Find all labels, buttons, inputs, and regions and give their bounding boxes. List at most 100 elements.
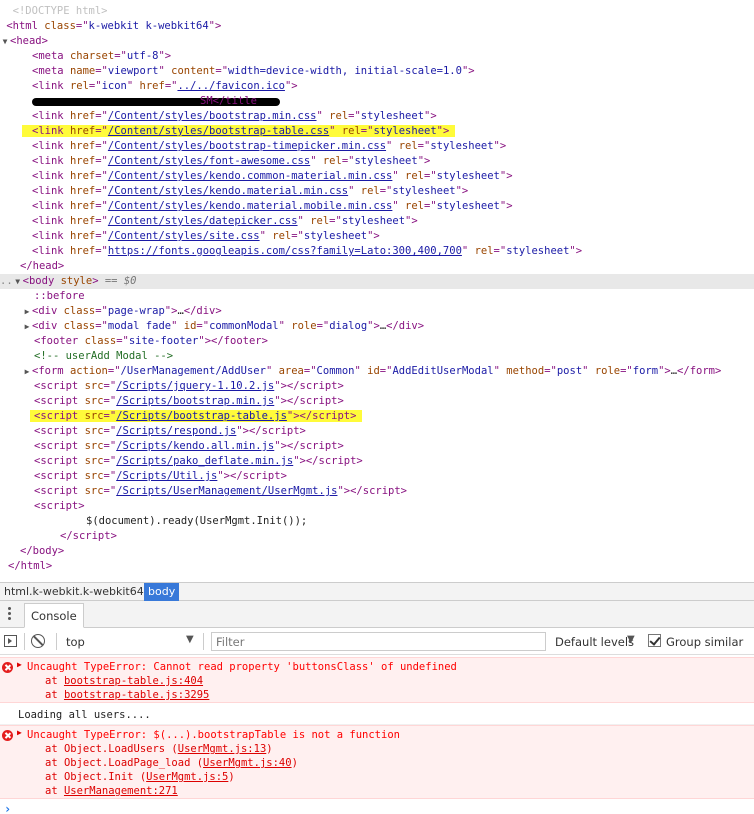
dom-node-link-stylesheet[interactable]: <link href="/Content/styles/bootstrap-ti… bbox=[0, 139, 754, 154]
expand-arrow-icon[interactable]: ▶ bbox=[22, 304, 32, 319]
dom-node-script[interactable]: <script src="/Scripts/UserManagement/Use… bbox=[0, 484, 754, 499]
stylesheet-link[interactable]: /Content/styles/font-awesome.css bbox=[108, 155, 310, 167]
form-role-value: form bbox=[632, 365, 659, 377]
script-link[interactable]: /Scripts/pako_deflate.min.js bbox=[116, 455, 293, 467]
stylesheet-link[interactable]: /Content/styles/kendo.material.min.css bbox=[108, 185, 348, 197]
dom-node-link-stylesheet[interactable]: <link href="/Content/styles/kendo.materi… bbox=[0, 199, 754, 214]
dom-node-form[interactable]: ▶ <form action="/UserManagement/AddUser" … bbox=[0, 364, 754, 379]
dom-node-link-stylesheet[interactable]: <link href="/Content/styles/kendo.materi… bbox=[0, 184, 754, 199]
dom-node-title[interactable]: SM</title bbox=[0, 94, 754, 109]
console-error-message[interactable]: ▶ Uncaught TypeError: Cannot read proper… bbox=[0, 657, 754, 703]
dom-node-meta-viewport[interactable]: <meta name="viewport" content="width=dev… bbox=[0, 64, 754, 79]
dom-node-doctype[interactable]: <!DOCTYPE html> bbox=[0, 4, 754, 19]
expand-arrow-icon[interactable]: ▶ bbox=[17, 660, 22, 669]
source-link[interactable]: bootstrap-table.js:3295 bbox=[64, 689, 209, 701]
dom-node-link-stylesheet[interactable]: <link href="/Content/styles/datepicker.c… bbox=[0, 214, 754, 229]
dom-node-html-close[interactable]: </html> bbox=[0, 559, 754, 574]
script-link[interactable]: /Scripts/bootstrap-table.js bbox=[116, 410, 287, 422]
dom-node-footer[interactable]: <footer class="site-footer"></footer> bbox=[0, 334, 754, 349]
dom-node-link-stylesheet[interactable]: <link href="/Content/styles/bootstrap-ta… bbox=[0, 124, 754, 139]
context-select[interactable]: top bbox=[66, 634, 85, 650]
dom-node-script[interactable]: <script src="/Scripts/bootstrap.min.js">… bbox=[0, 394, 754, 409]
breadcrumb-item-body[interactable]: body bbox=[144, 583, 180, 601]
tab-console[interactable]: Console bbox=[24, 603, 84, 628]
dom-node-script-close[interactable]: </script> bbox=[0, 529, 754, 544]
dom-node-link-stylesheet[interactable]: <link href="/Content/styles/font-awesome… bbox=[0, 154, 754, 169]
source-link[interactable]: bootstrap-table.js:404 bbox=[64, 675, 203, 687]
filter-input[interactable] bbox=[211, 632, 546, 651]
source-link[interactable]: UserManagement:271 bbox=[64, 785, 178, 797]
dom-node-link-stylesheet[interactable]: <link href="/Content/styles/bootstrap.mi… bbox=[0, 109, 754, 124]
dropdown-arrow-icon[interactable]: ▼ bbox=[186, 634, 194, 645]
source-link[interactable]: UserMgmt.js:40 bbox=[203, 757, 292, 769]
dom-node-body-close[interactable]: </body> bbox=[0, 544, 754, 559]
more-dots-icon[interactable]: .. bbox=[0, 275, 13, 287]
stylesheet-link[interactable]: https://fonts.googleapis.com/css?family=… bbox=[108, 245, 462, 257]
dom-node-div-modal[interactable]: ▶ <div class="modal fade" id="commonModal… bbox=[0, 319, 754, 334]
expand-arrow-icon[interactable]: ▶ bbox=[22, 319, 32, 334]
dom-node-script[interactable]: <script src="/Scripts/pako_deflate.min.j… bbox=[0, 454, 754, 469]
breadcrumb-item-html[interactable]: html.k-webkit.k-webkit64 bbox=[0, 583, 148, 601]
stylesheet-link[interactable]: /Content/styles/kendo.common-material.mi… bbox=[108, 170, 392, 182]
comment-text: <!-- userAdd Modal --> bbox=[34, 350, 174, 362]
doctype-text: <!DOCTYPE html> bbox=[12, 5, 108, 17]
console-log-message[interactable]: Loading all users.... bbox=[0, 705, 754, 725]
dom-node-link-stylesheet[interactable]: <link href="/Content/styles/kendo.common… bbox=[0, 169, 754, 184]
inline-script-code[interactable]: $(document).ready(UserMgmt.Init()); bbox=[0, 514, 754, 529]
dom-node-script[interactable]: <script src="/Scripts/Util.js"></script> bbox=[0, 469, 754, 484]
console-prompt[interactable]: › bbox=[4, 802, 11, 814]
script-link[interactable]: /Scripts/jquery-1.10.2.js bbox=[116, 380, 274, 392]
rel-value: stylesheet bbox=[360, 110, 425, 122]
kebab-menu-icon[interactable] bbox=[8, 607, 12, 621]
dom-node-link-stylesheet[interactable]: <link href="/Content/styles/site.css" re… bbox=[0, 229, 754, 244]
rel-value: stylesheet bbox=[436, 200, 500, 212]
script-link[interactable]: /Scripts/respond.js bbox=[116, 425, 236, 437]
source-link[interactable]: UserMgmt.js:13 bbox=[178, 743, 267, 755]
stack-prefix: at Object.LoadUsers ( bbox=[45, 743, 178, 755]
dom-node-script[interactable]: <script src="/Scripts/jquery-1.10.2.js">… bbox=[0, 379, 754, 394]
clear-console-icon[interactable] bbox=[31, 634, 45, 648]
dom-node-script[interactable]: <script src="/Scripts/kendo.all.min.js">… bbox=[0, 439, 754, 454]
dom-node-meta-charset[interactable]: <meta charset="utf-8"> bbox=[0, 49, 754, 64]
rel-value: stylesheet bbox=[392, 185, 456, 197]
dom-node-head[interactable]: ▼ <head> bbox=[0, 34, 754, 49]
script-link[interactable]: /Scripts/bootstrap.min.js bbox=[116, 395, 274, 407]
dom-node-script[interactable]: <script src="/Scripts/bootstrap-table.js… bbox=[0, 409, 754, 424]
expand-arrow-icon[interactable]: ▶ bbox=[22, 364, 32, 379]
dom-node-link-icon[interactable]: <link rel="icon" href="../../favicon.ico… bbox=[0, 79, 754, 94]
script-link[interactable]: /Scripts/kendo.all.min.js bbox=[116, 440, 274, 452]
stack-frame: at bootstrap-table.js:404 bbox=[45, 674, 203, 688]
expand-arrow-icon[interactable]: ▶ bbox=[17, 728, 22, 737]
stylesheet-link[interactable]: /Content/styles/bootstrap.min.css bbox=[108, 110, 317, 122]
dom-node-head-close[interactable]: </head> bbox=[0, 259, 754, 274]
collapse-arrow-icon[interactable]: ▼ bbox=[13, 274, 23, 289]
dom-node-before[interactable]: ::before bbox=[0, 289, 754, 304]
html-close-tag: </html> bbox=[8, 560, 53, 572]
stylesheet-link[interactable]: /Content/styles/bootstrap-timepicker.min… bbox=[108, 140, 386, 152]
stack-prefix: at Object.LoadPage_load ( bbox=[45, 757, 204, 769]
stylesheet-link[interactable]: /Content/styles/site.css bbox=[108, 230, 260, 242]
dom-node-body[interactable]: .. ▼ <body style> == $0 bbox=[0, 274, 754, 289]
script-link[interactable]: /Scripts/UserManagement/UserMgmt.js bbox=[116, 485, 337, 497]
dom-node-link-stylesheet[interactable]: <link href="https://fonts.googleapis.com… bbox=[0, 244, 754, 259]
favicon-link[interactable]: ../../favicon.ico bbox=[177, 80, 284, 92]
dom-node-div-pagewrap[interactable]: ▶ <div class="page-wrap">…</div> bbox=[0, 304, 754, 319]
stylesheet-link[interactable]: /Content/styles/kendo.material.mobile.mi… bbox=[108, 200, 392, 212]
dom-node-comment[interactable]: <!-- userAdd Modal --> bbox=[0, 349, 754, 364]
dom-node-script[interactable]: <script src="/Scripts/respond.js"></scri… bbox=[0, 424, 754, 439]
stack-prefix: at bbox=[45, 785, 64, 797]
source-link[interactable]: UserMgmt.js:5 bbox=[146, 771, 228, 783]
dom-node-script-inline[interactable]: <script> bbox=[0, 499, 754, 514]
log-levels-select[interactable]: Default levels bbox=[555, 634, 634, 650]
error-text: Uncaught TypeError: Cannot read property… bbox=[27, 661, 457, 673]
collapse-arrow-icon[interactable]: ▼ bbox=[0, 34, 10, 49]
group-similar-checkbox[interactable] bbox=[648, 634, 661, 647]
console-error-message[interactable]: ▶ Uncaught TypeError: $(...).bootstrapTa… bbox=[0, 725, 754, 799]
script-code-text: $(document).ready(UserMgmt.Init()); bbox=[86, 515, 308, 527]
stylesheet-link[interactable]: /Content/styles/bootstrap-table.css bbox=[108, 125, 329, 137]
dropdown-arrow-icon[interactable]: ▼ bbox=[627, 634, 635, 645]
stylesheet-link[interactable]: /Content/styles/datepicker.css bbox=[108, 215, 298, 227]
sidebar-toggle-icon[interactable] bbox=[4, 635, 17, 647]
script-link[interactable]: /Scripts/Util.js bbox=[116, 470, 217, 482]
dom-node-html[interactable]: <html class="k-webkit k-webkit64"> bbox=[0, 19, 754, 34]
